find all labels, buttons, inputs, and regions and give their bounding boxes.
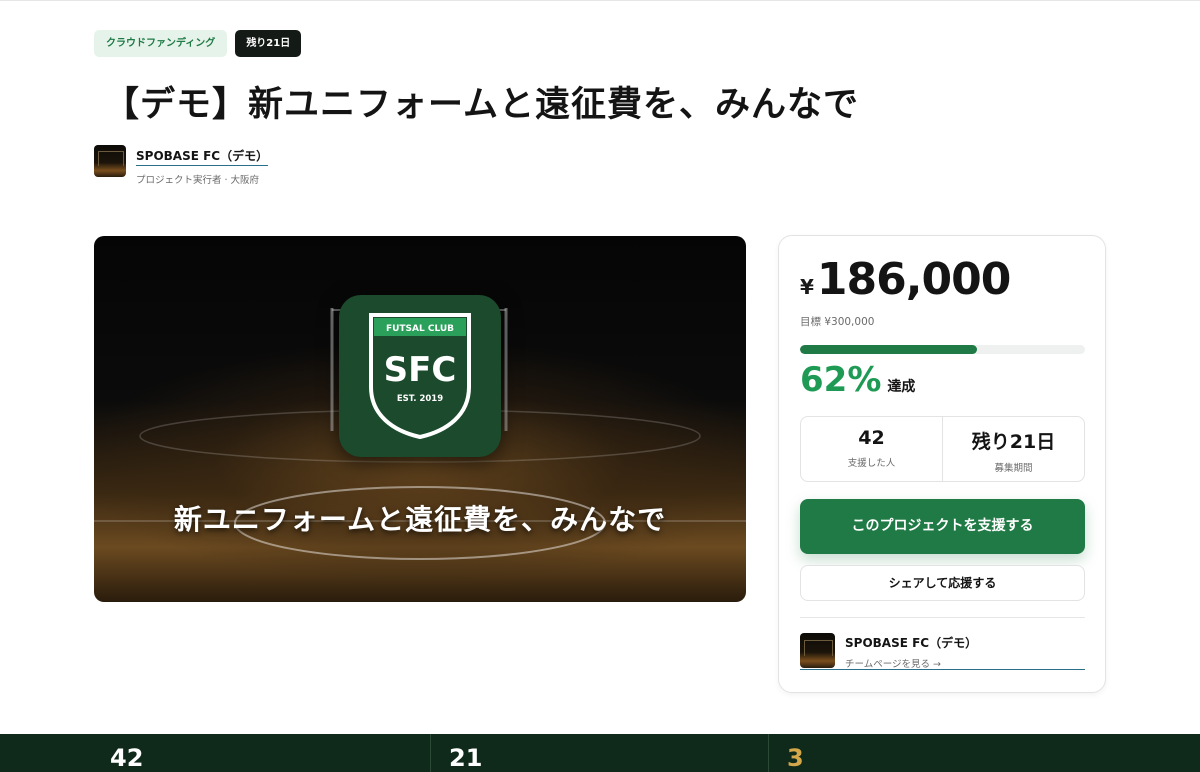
- hero-caption: 新ユニフォームと遠征費を、みんなで: [173, 503, 667, 536]
- progress-bar: [800, 345, 1085, 354]
- band-stat-1: 42: [110, 744, 144, 772]
- top-divider: [0, 0, 1200, 1]
- stats-band: 42 21 3: [0, 734, 1200, 772]
- crest-main-text: SFC: [384, 350, 457, 390]
- achievement-label: 達成: [887, 379, 916, 395]
- achievement-percent: 62%: [800, 360, 882, 400]
- team-avatar[interactable]: [800, 633, 835, 668]
- supporters-label: 支援した人: [847, 458, 896, 469]
- raised-amount: ¥ 186,000: [800, 254, 1011, 305]
- band-divider: [430, 734, 431, 772]
- team-name[interactable]: SPOBASE FC（デモ）: [845, 634, 977, 651]
- days-remaining: 残り21日: [971, 431, 1056, 453]
- band-divider: [768, 734, 769, 772]
- supporters-count: 42: [858, 427, 885, 449]
- owner-info: SPOBASE FC（デモ） プロジェクト実行者 · 大阪府: [136, 145, 269, 186]
- tag-row: クラウドファンディング 残り21日: [94, 30, 302, 57]
- stats-box: 42 支援した人 残り21日 募集期間: [800, 416, 1085, 482]
- project-title: 【デモ】新ユニフォームと遠征費を、みんなで: [104, 85, 859, 125]
- remaining-days-tag: 残り21日: [235, 30, 302, 57]
- amount-value: 186,000: [816, 254, 1011, 305]
- category-tag[interactable]: クラウドファンディング: [94, 30, 228, 57]
- team-link-row[interactable]: SPOBASE FC（デモ） チームページを見る →: [800, 633, 1085, 670]
- period-label: 募集期間: [994, 463, 1033, 474]
- owner-subtitle: プロジェクト実行者 · 大阪府: [136, 175, 260, 186]
- club-crest: FUTSAL CLUB SFC EST. 2019: [339, 295, 501, 457]
- crest-est-text: EST. 2019: [397, 394, 443, 404]
- progress-bar-fill: [800, 345, 977, 354]
- period-stat: 残り21日 募集期間: [942, 417, 1084, 481]
- team-page-link[interactable]: チームページを見る →: [845, 656, 977, 670]
- band-stat-3: 3: [787, 744, 804, 772]
- band-stat-2: 21: [449, 744, 483, 772]
- owner-avatar[interactable]: [94, 145, 126, 177]
- card-divider: [800, 617, 1085, 618]
- team-info: SPOBASE FC（デモ） チームページを見る →: [845, 633, 977, 670]
- support-project-button[interactable]: このプロジェクトを支援する: [800, 499, 1085, 554]
- goal-amount: 目標 ¥300,000: [800, 316, 875, 328]
- owner-name-link[interactable]: SPOBASE FC（デモ）: [136, 147, 269, 166]
- share-button[interactable]: シェアして応援する: [800, 565, 1085, 601]
- supporters-stat: 42 支援した人: [801, 417, 942, 481]
- crest-top-text: FUTSAL CLUB: [386, 324, 454, 334]
- project-owner: SPOBASE FC（デモ） プロジェクト実行者 · 大阪府: [94, 145, 269, 186]
- currency-symbol: ¥: [800, 275, 814, 299]
- achievement: 62% 達成: [800, 360, 915, 400]
- funding-card: ¥ 186,000 目標 ¥300,000 62% 達成 42 支援した人 残り…: [778, 235, 1106, 693]
- hero-image: FUTSAL CLUB SFC EST. 2019 新ユニフォームと遠征費を、み…: [94, 236, 746, 602]
